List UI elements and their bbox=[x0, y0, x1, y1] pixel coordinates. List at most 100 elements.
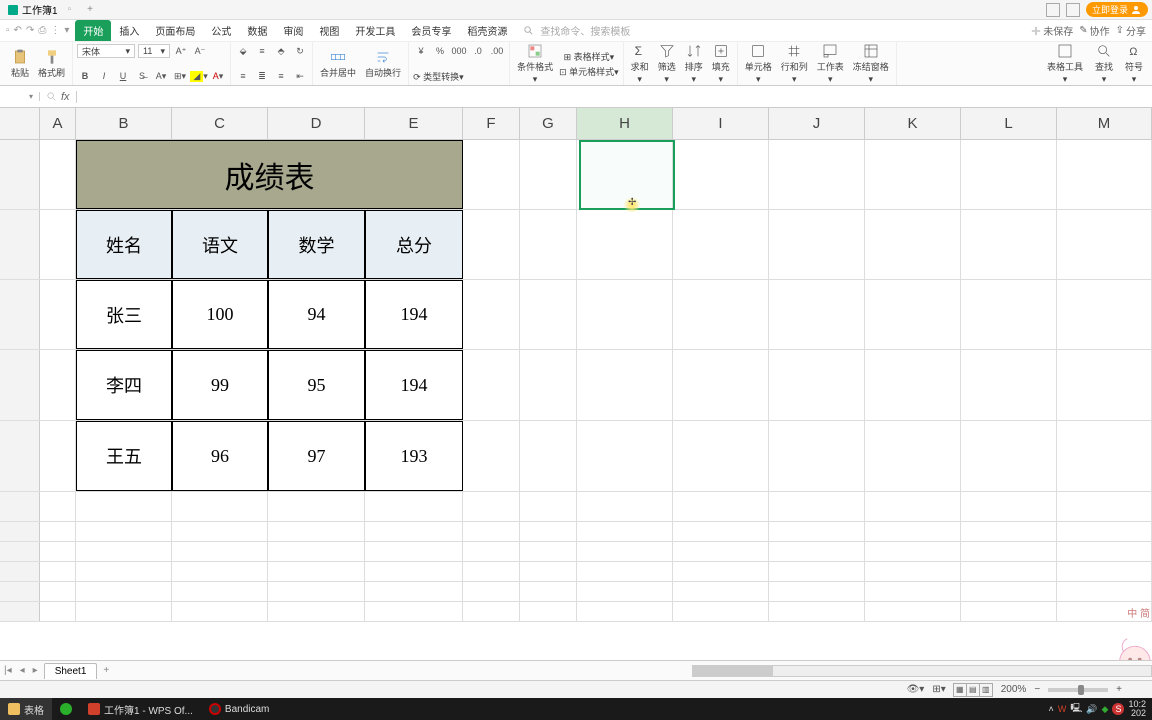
cell-E10[interactable] bbox=[365, 582, 463, 601]
share-button[interactable]: ⇪分享 bbox=[1116, 23, 1146, 38]
cell-I11[interactable] bbox=[673, 602, 769, 621]
tray-net-icon[interactable]: 🖳 bbox=[1070, 701, 1082, 717]
row-header-2[interactable] bbox=[0, 210, 40, 279]
cell-H5[interactable] bbox=[577, 421, 673, 491]
strike-button[interactable]: S̶ bbox=[134, 69, 150, 83]
font-color-2-button[interactable]: A▾ bbox=[210, 69, 226, 83]
cell-B4[interactable]: 李四 bbox=[76, 350, 172, 420]
paste-button[interactable]: 粘贴 bbox=[8, 47, 32, 81]
font-size-select[interactable]: 11▾ bbox=[138, 44, 170, 58]
window-layout-icon-1[interactable] bbox=[1046, 3, 1060, 17]
cell-H1[interactable] bbox=[577, 140, 673, 209]
cell-L11[interactable] bbox=[961, 602, 1057, 621]
zoom-in-button[interactable]: + bbox=[1116, 684, 1122, 695]
fx-label[interactable]: fx bbox=[61, 91, 70, 103]
sheet-nav-first[interactable]: |◂ bbox=[0, 665, 16, 676]
cell-C10[interactable] bbox=[172, 582, 268, 601]
cell-A9[interactable] bbox=[40, 562, 76, 581]
cell-A11[interactable] bbox=[40, 602, 76, 621]
cell-H2[interactable] bbox=[577, 210, 673, 279]
cell-A10[interactable] bbox=[40, 582, 76, 601]
cell-G11[interactable] bbox=[520, 602, 577, 621]
filter-button[interactable]: 筛选▾ bbox=[655, 41, 679, 87]
align-left-icon[interactable]: ≡ bbox=[235, 69, 251, 83]
cell-L3[interactable] bbox=[961, 280, 1057, 349]
cell-F11[interactable] bbox=[463, 602, 520, 621]
view-normal-icon[interactable]: ▦ bbox=[953, 683, 967, 697]
cell-G1[interactable] bbox=[520, 140, 577, 209]
cell-J8[interactable] bbox=[769, 542, 865, 561]
cell-J6[interactable] bbox=[769, 492, 865, 521]
symbol-button[interactable]: Ω符号▾ bbox=[1122, 41, 1146, 87]
type-convert-button[interactable]: ⟳ 类型转换▾ bbox=[413, 70, 464, 83]
tray-w-icon[interactable]: W bbox=[1058, 704, 1067, 714]
cell-A4[interactable] bbox=[40, 350, 76, 420]
cell-F3[interactable] bbox=[463, 280, 520, 349]
cell-C5[interactable]: 96 bbox=[172, 421, 268, 491]
row-header-1[interactable] bbox=[0, 140, 40, 209]
cell-B2[interactable]: 姓名 bbox=[76, 210, 172, 279]
row-header-10[interactable] bbox=[0, 582, 40, 601]
shrink-font-icon[interactable]: A⁻ bbox=[192, 44, 208, 58]
italic-button[interactable]: I bbox=[96, 69, 112, 83]
bold-button[interactable]: B bbox=[77, 69, 93, 83]
cell-I9[interactable] bbox=[673, 562, 769, 581]
cell-J3[interactable] bbox=[769, 280, 865, 349]
col-header-E[interactable]: E bbox=[365, 108, 463, 139]
tray-s-icon[interactable]: S bbox=[1112, 703, 1124, 715]
cell-D11[interactable] bbox=[268, 602, 365, 621]
cell-K10[interactable] bbox=[865, 582, 961, 601]
col-header-A[interactable]: A bbox=[40, 108, 76, 139]
cell-F1[interactable] bbox=[463, 140, 520, 209]
align-mid-icon[interactable]: ≡ bbox=[254, 44, 270, 58]
row-header-9[interactable] bbox=[0, 562, 40, 581]
cell-I4[interactable] bbox=[673, 350, 769, 420]
cell-D10[interactable] bbox=[268, 582, 365, 601]
table-title[interactable]: 成绩表 bbox=[76, 140, 463, 209]
percent-button[interactable]: % bbox=[432, 44, 448, 58]
cell-D3[interactable]: 94 bbox=[268, 280, 365, 349]
cell-I2[interactable] bbox=[673, 210, 769, 279]
cell-M3[interactable] bbox=[1057, 280, 1152, 349]
cell-E2[interactable]: 总分 bbox=[365, 210, 463, 279]
cell-K5[interactable] bbox=[865, 421, 961, 491]
tray-up-icon[interactable]: ˄ bbox=[1049, 704, 1054, 714]
cell-K3[interactable] bbox=[865, 280, 961, 349]
font-name-select[interactable]: 宋体▾ bbox=[77, 44, 135, 58]
sheet-nav-prev[interactable]: ◂ bbox=[16, 665, 29, 676]
cell-H9[interactable] bbox=[577, 562, 673, 581]
cell-A8[interactable] bbox=[40, 542, 76, 561]
cell-J4[interactable] bbox=[769, 350, 865, 420]
zoom-slider[interactable] bbox=[1048, 688, 1108, 692]
cell-C3[interactable]: 100 bbox=[172, 280, 268, 349]
format-painter-button[interactable]: 格式刷 bbox=[35, 47, 68, 81]
tab-view[interactable]: 视图 bbox=[311, 20, 347, 41]
cell-D2[interactable]: 数学 bbox=[268, 210, 365, 279]
cell-A5[interactable] bbox=[40, 421, 76, 491]
tray-shield-icon[interactable]: ◆ bbox=[1102, 704, 1109, 715]
cell-G5[interactable] bbox=[520, 421, 577, 491]
cell-G4[interactable] bbox=[520, 350, 577, 420]
cell-B6[interactable] bbox=[76, 492, 172, 521]
freeze-button[interactable]: 冻结窗格▾ bbox=[850, 41, 892, 87]
taskbar-wps[interactable]: 工作簿1 - WPS Of... bbox=[80, 698, 201, 720]
cell-J11[interactable] bbox=[769, 602, 865, 621]
unsaved-indicator[interactable]: 未保存 bbox=[1031, 23, 1073, 38]
cell-G9[interactable] bbox=[520, 562, 577, 581]
coop-button[interactable]: ✎协作 bbox=[1079, 23, 1109, 38]
cells-button[interactable]: 单元格▾ bbox=[742, 41, 775, 87]
cell-B7[interactable] bbox=[76, 522, 172, 541]
inc-dec-button[interactable]: .0 bbox=[470, 44, 486, 58]
align-center-icon[interactable]: ≣ bbox=[254, 69, 270, 83]
cell-L9[interactable] bbox=[961, 562, 1057, 581]
cell-J10[interactable] bbox=[769, 582, 865, 601]
col-header-L[interactable]: L bbox=[961, 108, 1057, 139]
col-header-B[interactable]: B bbox=[76, 108, 172, 139]
cell-M8[interactable] bbox=[1057, 542, 1152, 561]
grow-font-icon[interactable]: A⁺ bbox=[173, 44, 189, 58]
tab-formulas[interactable]: 公式 bbox=[203, 20, 239, 41]
cell-E8[interactable] bbox=[365, 542, 463, 561]
cell-I8[interactable] bbox=[673, 542, 769, 561]
cell-D6[interactable] bbox=[268, 492, 365, 521]
tab-resources[interactable]: 稻壳资源 bbox=[459, 20, 515, 41]
